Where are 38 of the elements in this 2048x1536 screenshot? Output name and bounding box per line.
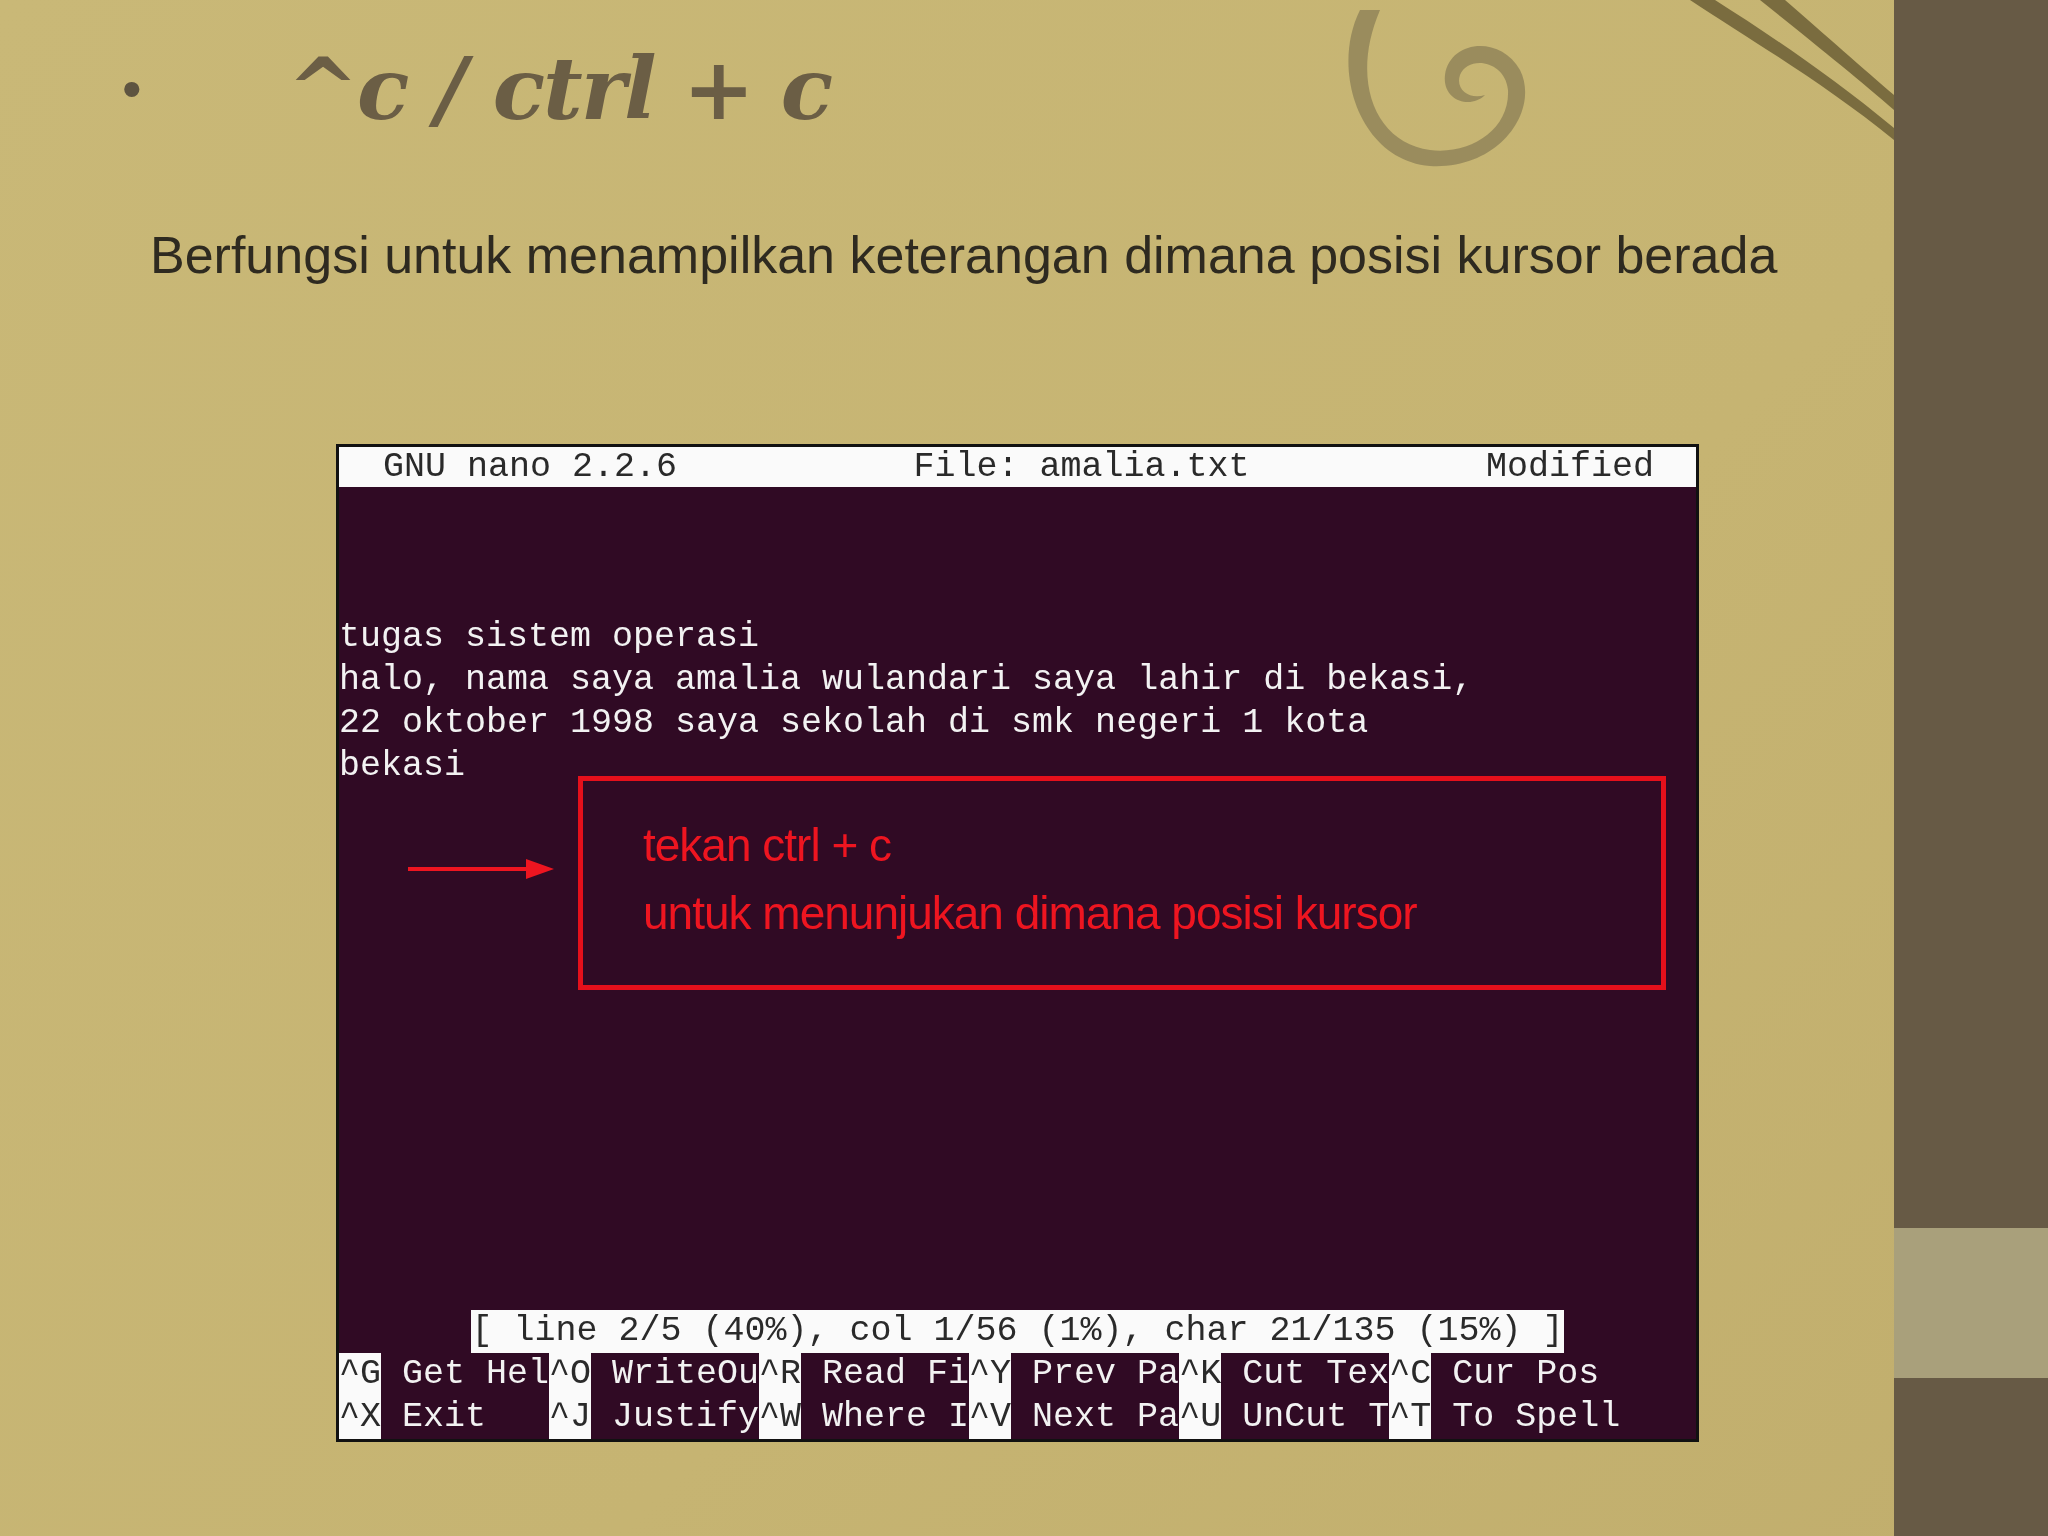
- shortcut-key: ^K: [1179, 1353, 1222, 1396]
- shortcut-label: To Spell: [1451, 1396, 1621, 1439]
- shortcut-key: ^O: [549, 1353, 592, 1396]
- text-line: 22 oktober 1998 saya sekolah di smk negeri 1 kota: [339, 702, 1369, 745]
- shortcut-label: Get Hel: [401, 1353, 550, 1396]
- slide-title: ^c / ctrl + c: [287, 37, 832, 139]
- shortcut-key: ^J: [549, 1396, 592, 1439]
- shortcut-key: ^T: [1389, 1396, 1432, 1439]
- app-version: GNU nano 2.2.6: [383, 447, 678, 487]
- callout-text: untuk menunjukan dimana posisi kursor: [643, 886, 1418, 941]
- shortcut-label: WriteOu: [611, 1353, 760, 1396]
- shortcut-label: Justify: [611, 1396, 760, 1439]
- shortcut-label: Next Pa: [1031, 1396, 1180, 1439]
- arrow-icon: [408, 857, 554, 881]
- shortcut-label: Prev Pa: [1031, 1353, 1180, 1396]
- shortcut-key: ^G: [339, 1353, 381, 1396]
- shortcut-label: Where I: [821, 1396, 970, 1439]
- shortcut-label: Cur Pos: [1451, 1353, 1600, 1396]
- shortcut-label: Cut Tex: [1241, 1353, 1390, 1396]
- text-line: bekasi: [339, 745, 466, 788]
- shortcut-label: Exit: [401, 1396, 486, 1439]
- file-name: File: amalia.txt: [913, 447, 1250, 487]
- bullet: •: [122, 55, 143, 121]
- callout-text: tekan ctrl + c: [643, 818, 893, 873]
- shortcut-key: ^W: [759, 1396, 802, 1439]
- text-line: tugas sistem operasi: [339, 616, 760, 659]
- shortcut-label: Read Fi: [821, 1353, 970, 1396]
- modified-status: Modified: [1485, 447, 1654, 487]
- shortcut-label: UnCut T: [1241, 1396, 1390, 1439]
- shortcut-key: ^X: [339, 1396, 381, 1439]
- text-line: halo, nama saya amalia wulandari saya lahir di bekasi,: [339, 659, 1474, 702]
- shortcut-key: ^C: [1389, 1353, 1432, 1396]
- cursor-position-message: [ line 2/5 (40%), col 1/56 (1%), char 21/135 (15%) ]: [471, 1310, 1564, 1353]
- shortcut-key: ^V: [969, 1396, 1012, 1439]
- slide-text: Berfungsi untuk menampilkan keterangan dimana posisi kursor berada: [150, 225, 1779, 286]
- shortcut-key: ^R: [759, 1353, 802, 1396]
- shortcut-key: ^U: [1179, 1396, 1222, 1439]
- shortcut-key: ^Y: [969, 1353, 1012, 1396]
